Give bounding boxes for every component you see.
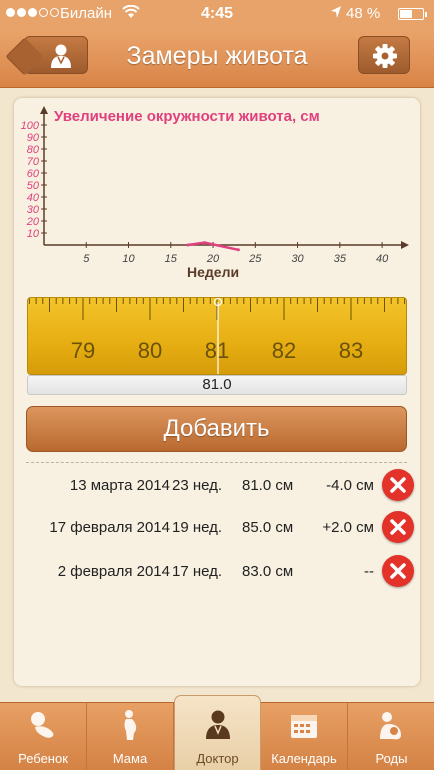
battery-percent: 48 % <box>346 5 381 22</box>
baby-icon <box>31 712 54 738</box>
entry-week: 17 нед. <box>172 563 223 580</box>
mother-icon <box>124 710 137 740</box>
x-tick-label: 25 <box>248 253 262 265</box>
measuring-tape-slider[interactable]: 79 80 81 82 83 <box>27 297 407 375</box>
x-tick-label: 15 <box>165 253 178 265</box>
delete-button[interactable] <box>382 469 414 501</box>
status-bar: Билайн 4:45 48 % <box>0 0 434 28</box>
entry-diff: -- <box>364 563 374 580</box>
tab-label: Роды <box>375 751 408 766</box>
x-tick-label: 35 <box>334 253 347 265</box>
entry-diff: +2.0 см <box>322 519 374 536</box>
y-tick-label: 60 <box>27 168 40 180</box>
tab-baby[interactable]: Ребенок <box>0 703 87 770</box>
data-point <box>236 248 240 252</box>
gear-icon <box>373 44 397 68</box>
y-tick-label: 20 <box>26 216 40 228</box>
y-tick-label: 90 <box>27 132 40 144</box>
tab-label: Ребенок <box>18 751 68 766</box>
list-item: 17 февраля 2014 19 нед. 85.0 см +2.0 см <box>14 509 420 545</box>
tab-birth[interactable]: Роды <box>348 703 434 770</box>
tab-label: Доктор <box>196 751 239 766</box>
close-icon <box>390 563 406 579</box>
y-tick-label: 10 <box>27 228 40 240</box>
battery-icon <box>398 8 427 20</box>
x-tick-label: 10 <box>122 253 135 265</box>
entry-date: 17 февраля 2014 <box>49 519 170 536</box>
x-tick-label: 40 <box>376 253 389 265</box>
y-tick-label: 40 <box>27 192 40 204</box>
tab-label: Мама <box>112 751 148 766</box>
list-item: 2 февраля 2014 17 нед. 83.0 см -- <box>14 553 420 589</box>
delete-button[interactable] <box>382 555 414 587</box>
close-icon <box>390 519 406 535</box>
tape-label: 83 <box>339 338 363 363</box>
x-tick-label: 5 <box>83 253 90 265</box>
entry-size: 83.0 см <box>242 563 294 580</box>
y-tick-label: 100 <box>21 120 40 132</box>
tape-value: 81.0 <box>27 375 407 395</box>
y-tick-label: 80 <box>27 144 40 156</box>
birth-icon <box>380 712 401 740</box>
tab-doctor[interactable]: Доктор <box>174 695 261 770</box>
entry-date: 13 марта 2014 <box>69 477 170 494</box>
tape-label: 80 <box>138 338 162 363</box>
divider <box>26 462 407 463</box>
tape-scale: 79 80 81 82 83 <box>28 298 406 374</box>
entry-date: 2 февраля 2014 <box>57 563 170 580</box>
x-tick-label: 30 <box>291 253 304 265</box>
tab-bar: Ребенок Мама Доктор Календарь Роды <box>0 695 434 770</box>
tab-calendar[interactable]: Календарь <box>261 703 348 770</box>
settings-button[interactable] <box>358 36 410 74</box>
tape-label: 81 <box>205 338 229 363</box>
data-point <box>203 241 207 245</box>
close-icon <box>390 477 406 493</box>
tab-mom[interactable]: Мама <box>87 703 174 770</box>
entry-week: 23 нед. <box>172 477 223 494</box>
entry-diff: -4.0 см <box>326 477 374 494</box>
data-point <box>186 243 190 247</box>
delete-button[interactable] <box>382 511 414 543</box>
y-tick-label: 30 <box>27 204 40 216</box>
tape-label: 79 <box>71 338 95 363</box>
chart-title: Увеличение окружности живота, см <box>54 108 320 125</box>
x-axis-arrow <box>401 241 409 249</box>
location-arrow-icon <box>331 6 341 18</box>
entry-week: 19 нед. <box>172 519 223 536</box>
x-axis-label: Недели <box>187 264 239 280</box>
y-axis-arrow <box>40 106 48 114</box>
belly-growth-chart: 5 10 15 20 25 30 35 40 10 20 30 40 50 60 70 80 90 100 Неде… <box>14 100 420 285</box>
chart-svg: 5 10 15 20 25 30 35 40102030405060708090100Неде… <box>21 106 409 280</box>
y-tick-label: 70 <box>27 156 40 168</box>
tape-label: 82 <box>272 338 296 363</box>
list-item: 13 марта 2014 23 нед. 81.0 см -4.0 см <box>14 467 420 503</box>
add-button[interactable]: Добавить <box>26 406 407 452</box>
entry-size: 85.0 см <box>242 519 294 536</box>
entry-size: 81.0 см <box>242 477 294 494</box>
nav-bar: Замеры живота <box>0 28 434 88</box>
doctor-icon <box>206 710 230 739</box>
y-tick-label: 50 <box>27 180 40 192</box>
calendar-icon <box>291 715 317 738</box>
tab-label: Календарь <box>271 751 337 766</box>
